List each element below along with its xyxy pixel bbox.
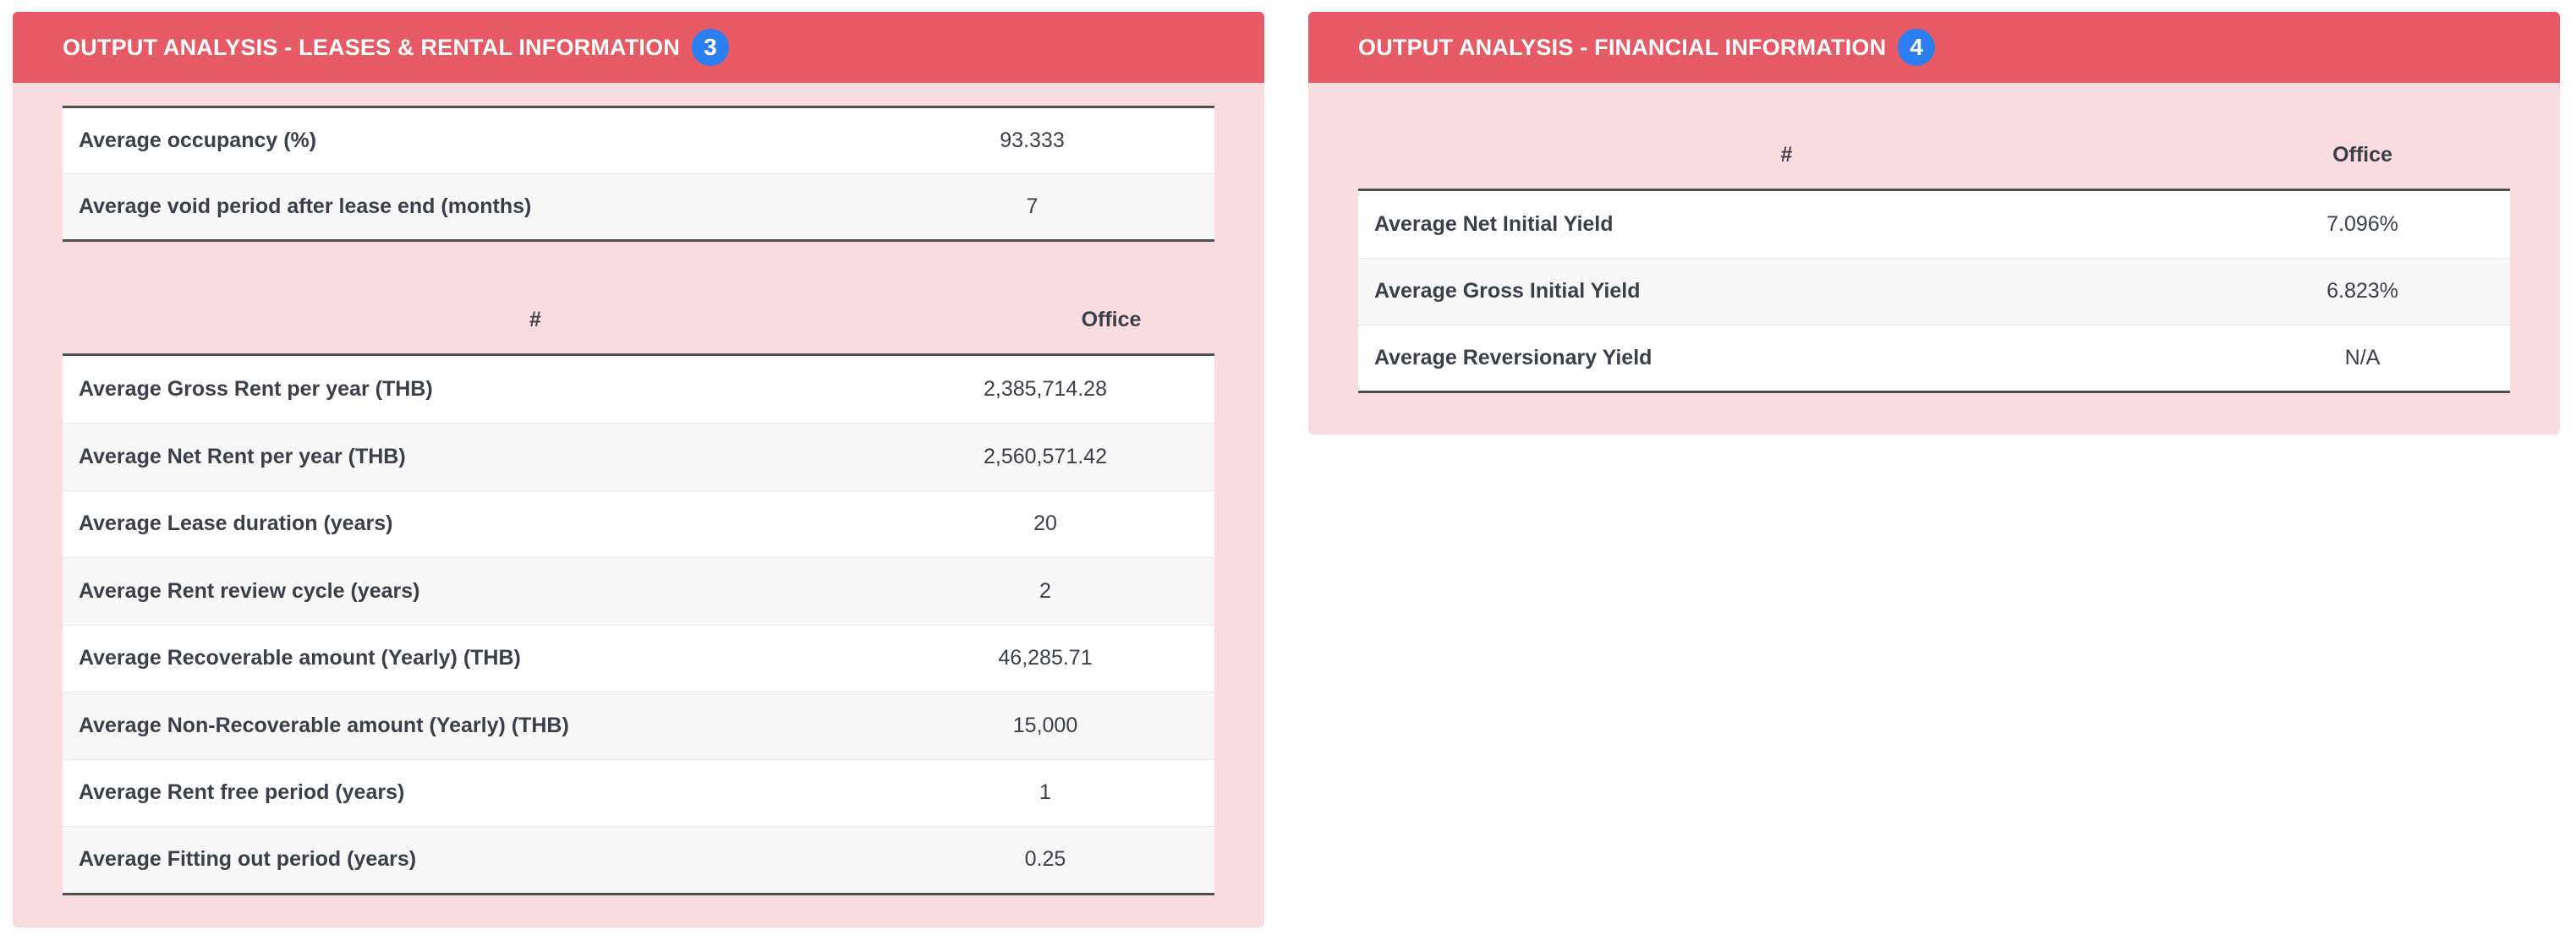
void-period-value: 7 — [1026, 194, 1039, 218]
leases-rental-panel: OUTPUT ANALYSIS - LEASES & RENTAL INFORM… — [13, 12, 1264, 927]
row-label: Average Lease duration (years) — [79, 512, 393, 536]
column-header-hash: # — [529, 308, 541, 331]
table-row: Average Rent review cycle (years) 2 — [63, 557, 1214, 625]
column-header-hash: # — [1780, 142, 1793, 167]
row-label: Average Recoverable amount (Yearly) (THB… — [79, 646, 521, 670]
table-row: Average Gross Rent per year (THB) 2,385,… — [63, 356, 1214, 424]
table-row: Average Net Rent per year (THB) 2,560,57… — [63, 423, 1214, 490]
column-header-office: Office — [1081, 308, 1142, 331]
column-header-office: Office — [2332, 142, 2392, 167]
row-label: Average Non-Recoverable amount (Yearly) … — [79, 713, 569, 737]
row-value: N/A — [2344, 345, 2381, 369]
table-row: Average Lease duration (years) 20 — [63, 490, 1214, 558]
financial-table-header: # Office — [1358, 121, 2510, 191]
leases-panel-badge: 3 — [692, 29, 730, 66]
table-row: Average Gross Initial Yield 6.823% — [1358, 258, 2510, 325]
rent-table-header: # Office — [63, 287, 1214, 356]
row-value: 46,285.71 — [998, 646, 1093, 670]
financial-panel-title: OUTPUT ANALYSIS - FINANCIAL INFORMATION — [1358, 34, 1887, 60]
row-value: 20 — [1033, 512, 1057, 536]
table-row: Average Non-Recoverable amount (Yearly) … — [63, 692, 1214, 759]
row-value: 2,385,714.28 — [984, 377, 1107, 401]
table-row: Average Net Initial Yield 7.096% — [1358, 191, 2510, 258]
row-label: Average Reversionary Yield — [1374, 345, 1652, 369]
occupancy-table: Average occupancy (%) 93.333 Average voi… — [63, 106, 1214, 242]
row-label: Average Rent review cycle (years) — [79, 578, 420, 603]
row-value: 15,000 — [1012, 713, 1078, 737]
row-value: 6.823% — [2327, 279, 2398, 303]
table-row: Average Recoverable amount (Yearly) (THB… — [63, 625, 1214, 692]
row-value: 2 — [1039, 578, 1051, 603]
row-label: Average Gross Rent per year (THB) — [79, 377, 433, 401]
row-value: 7.096% — [2327, 211, 2398, 236]
financial-panel-badge: 4 — [1898, 29, 1936, 66]
occupancy-label: Average occupancy (%) — [79, 129, 317, 152]
financial-table: Average Net Initial Yield 7.096% Average… — [1358, 191, 2510, 393]
table-row: Average Rent free period (years) 1 — [63, 759, 1214, 827]
occupancy-value: 93.333 — [1000, 129, 1065, 152]
row-label: Average Net Initial Yield — [1374, 211, 1614, 236]
row-value: 2,560,571.42 — [984, 444, 1107, 468]
table-row: Average void period after lease end (mon… — [63, 173, 1214, 241]
leases-panel-title: OUTPUT ANALYSIS - LEASES & RENTAL INFORM… — [63, 34, 681, 60]
financial-panel: OUTPUT ANALYSIS - FINANCIAL INFORMATION … — [1308, 12, 2560, 435]
rent-table: Average Gross Rent per year (THB) 2,385,… — [63, 356, 1214, 895]
row-label: Average Rent free period (years) — [79, 780, 405, 805]
row-value: 1 — [1039, 780, 1051, 805]
void-period-label: Average void period after lease end (mon… — [79, 194, 532, 218]
table-row: Average occupancy (%) 93.333 — [63, 107, 1214, 174]
row-label: Average Net Rent per year (THB) — [79, 444, 406, 468]
table-row: Average Reversionary Yield N/A — [1358, 325, 2510, 391]
row-label: Average Fitting out period (years) — [79, 847, 417, 872]
financial-panel-header: OUTPUT ANALYSIS - FINANCIAL INFORMATION … — [1308, 12, 2560, 83]
leases-panel-header: OUTPUT ANALYSIS - LEASES & RENTAL INFORM… — [13, 12, 1264, 83]
table-row: Average Fitting out period (years) 0.25 — [63, 826, 1214, 894]
row-label: Average Gross Initial Yield — [1374, 279, 1641, 303]
row-value: 0.25 — [1024, 847, 1066, 872]
